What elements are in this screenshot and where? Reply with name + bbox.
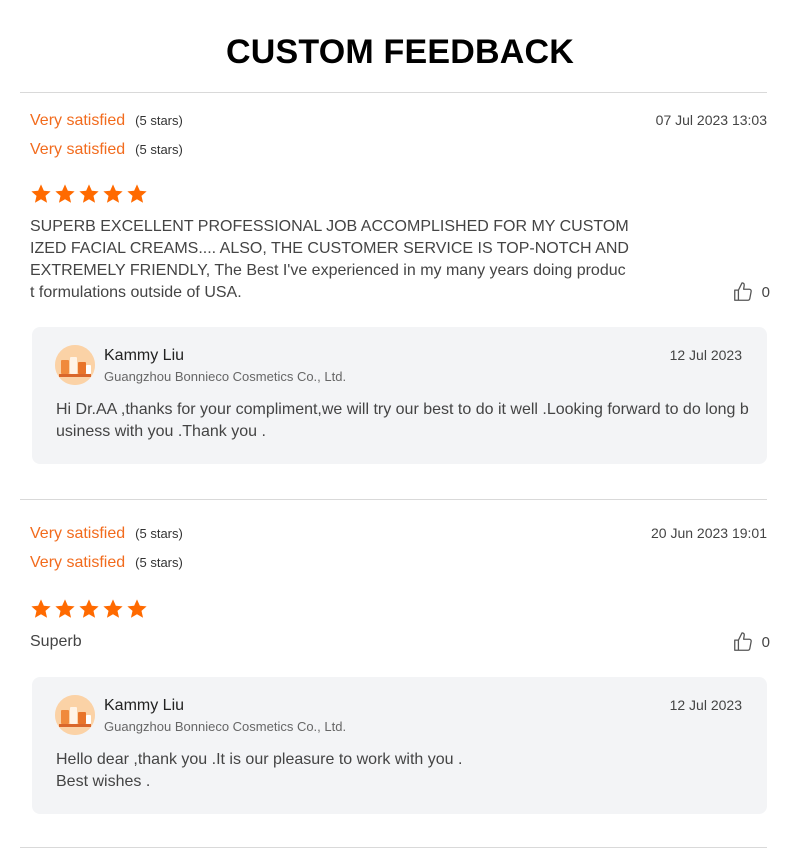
reply-author-name: Kammy Liu <box>104 697 185 714</box>
reply-text-line: Hello dear ,thank you .It is our pleasur… <box>56 751 463 768</box>
review-text: SUPERB EXCELLENT PROFESSIONAL JOB ACCOMP… <box>30 218 629 301</box>
star-rating <box>30 183 148 205</box>
reply-company: Guangzhou Bonnieco Cosmetics Co., Ltd. <box>104 719 347 734</box>
rating-stars-text: (5 stars) <box>135 526 183 541</box>
star-icon <box>31 599 51 618</box>
reply-date: 12 Jul 2023 <box>669 697 742 713</box>
rating-line: Very satisfied (5 stars) <box>30 141 183 161</box>
reply-author-name: Kammy Liu <box>104 347 185 364</box>
divider <box>20 92 767 93</box>
rating-stars-text: (5 stars) <box>135 113 183 128</box>
seller-reply: Kammy Liu Guangzhou Bonnieco Cosmetics C… <box>32 677 767 814</box>
rating-line: Very satisfied (5 stars) <box>30 112 183 132</box>
page-title: CUSTOM FEEDBACK <box>225 33 575 71</box>
rating-stars-text: (5 stars) <box>135 142 183 157</box>
divider <box>20 847 767 848</box>
star-icon <box>103 599 123 618</box>
company-avatar <box>55 695 95 735</box>
like-button[interactable]: 0 <box>732 281 770 303</box>
rating-label: Very satisfied <box>30 141 126 158</box>
company-avatar <box>55 345 95 385</box>
thumbs-up-icon <box>733 282 752 301</box>
review-date: 07 Jul 2023 13:03 <box>655 112 767 128</box>
reply-company: Guangzhou Bonnieco Cosmetics Co., Ltd. <box>104 369 347 384</box>
star-icon <box>79 184 99 203</box>
rating-label: Very satisfied <box>30 554 126 571</box>
like-button[interactable]: 0 <box>732 631 770 653</box>
rating-label: Very satisfied <box>30 112 126 129</box>
like-count: 0 <box>761 283 770 301</box>
rating-line: Very satisfied (5 stars) <box>30 554 183 574</box>
rating-line: Very satisfied (5 stars) <box>30 525 183 545</box>
star-icon <box>31 184 51 203</box>
rating-label: Very satisfied <box>30 525 126 542</box>
reply-text-line: Best wishes . <box>56 773 151 790</box>
star-icon <box>127 184 147 203</box>
review-date: 20 Jun 2023 19:01 <box>651 525 767 541</box>
star-icon <box>79 599 99 618</box>
reply-text: Hi Dr.AA ,thanks for your compliment,we … <box>56 401 749 440</box>
rating-stars-text: (5 stars) <box>135 555 183 570</box>
reply-date: 12 Jul 2023 <box>669 347 742 363</box>
star-icon <box>55 599 75 618</box>
reply-text: Hello dear ,thank you .It is our pleasur… <box>56 749 751 793</box>
seller-reply: Kammy Liu Guangzhou Bonnieco Cosmetics C… <box>32 327 767 464</box>
thumbs-up-icon <box>733 632 752 651</box>
star-icon <box>103 184 123 203</box>
star-icon <box>55 184 75 203</box>
review-text: Superb <box>30 633 82 650</box>
star-icon <box>127 599 147 618</box>
divider <box>20 499 767 500</box>
star-rating <box>30 598 148 620</box>
like-count: 0 <box>761 633 770 651</box>
